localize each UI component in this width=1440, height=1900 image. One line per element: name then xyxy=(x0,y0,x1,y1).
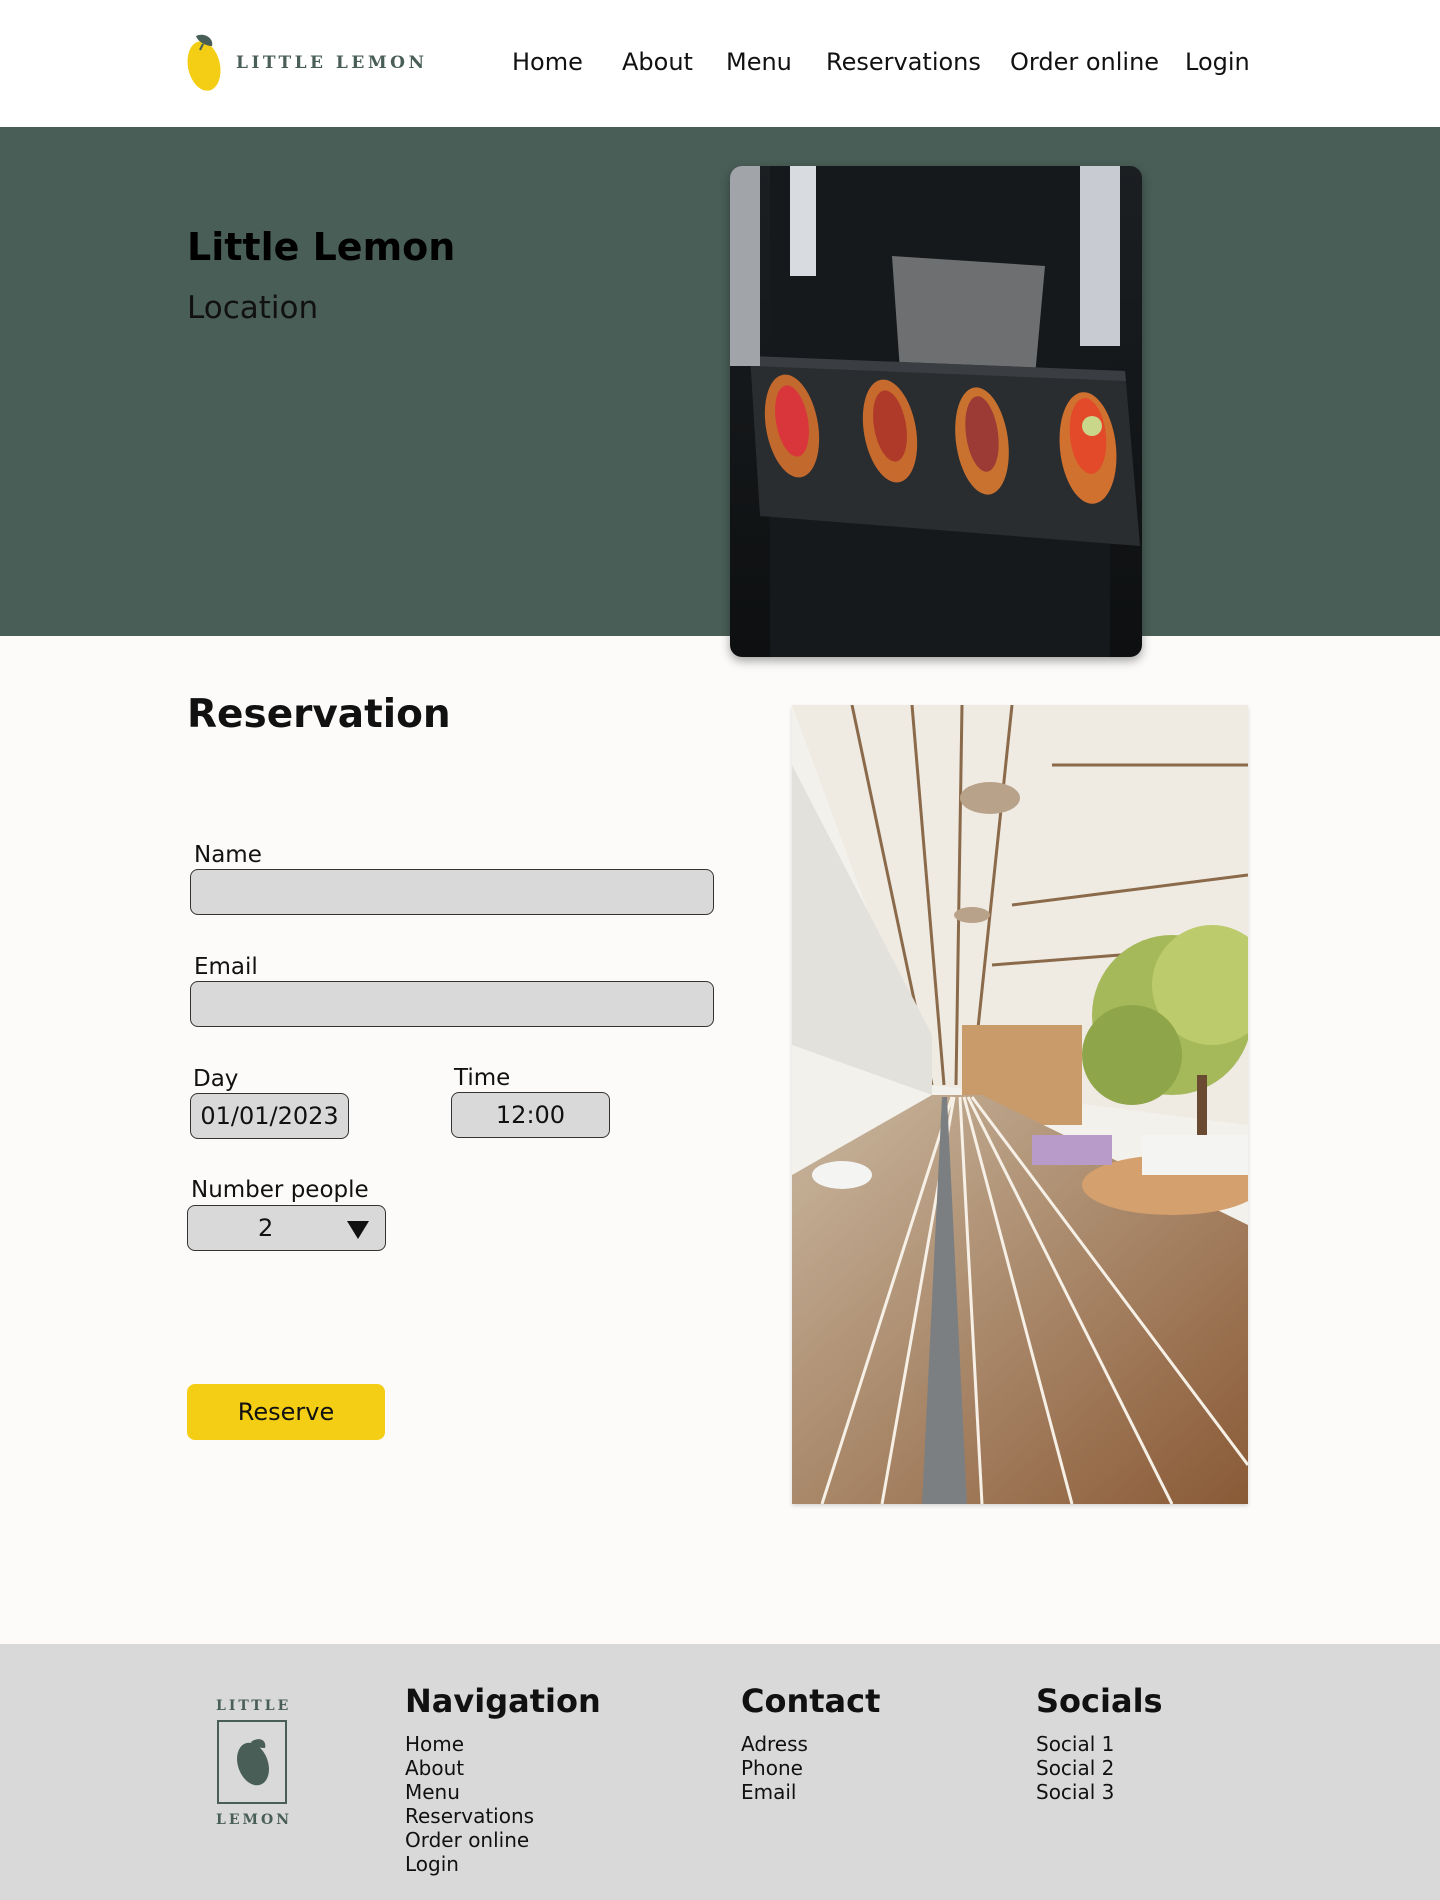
email-input[interactable] xyxy=(190,981,714,1027)
time-label: Time xyxy=(454,1065,511,1091)
nav-menu[interactable]: Menu xyxy=(726,48,792,76)
footer-socials: Socials Social 1 Social 2 Social 3 xyxy=(1036,1682,1163,1804)
hero-food-image xyxy=(730,166,1142,657)
name-label: Name xyxy=(194,842,262,868)
footer-contact-address[interactable]: Adress xyxy=(741,1732,880,1756)
nav-reservations[interactable]: Reservations xyxy=(826,48,981,76)
footer-link-order-online[interactable]: Order online xyxy=(405,1828,601,1852)
footer-link-reservations[interactable]: Reservations xyxy=(405,1804,601,1828)
lemon-icon xyxy=(217,1720,287,1804)
chevron-down-icon[interactable] xyxy=(347,1221,369,1239)
name-input[interactable] xyxy=(190,869,714,915)
site-header: LITTLE LEMON Home About Menu Reservation… xyxy=(0,0,1440,127)
nav-login[interactable]: Login xyxy=(1185,48,1250,76)
footer-link-menu[interactable]: Menu xyxy=(405,1780,601,1804)
footer-link-login[interactable]: Login xyxy=(405,1852,601,1876)
site-footer: LITTLE LEMON Navigation Home About Menu … xyxy=(0,1644,1440,1900)
footer-navigation-heading: Navigation xyxy=(405,1682,601,1720)
reserve-button[interactable]: Reserve xyxy=(187,1384,385,1440)
footer-contact: Contact Adress Phone Email xyxy=(741,1682,880,1804)
people-select-value: 2 xyxy=(258,1214,274,1242)
nav-home[interactable]: Home xyxy=(512,48,583,76)
footer-link-about[interactable]: About xyxy=(405,1756,601,1780)
main-nav: Home About Menu Reservations Order onlin… xyxy=(0,48,1440,80)
hero-subtitle: Location xyxy=(187,290,319,326)
footer-navigation: Navigation Home About Menu Reservations … xyxy=(405,1682,601,1876)
day-input[interactable]: 01/01/2023 xyxy=(190,1093,349,1139)
email-label: Email xyxy=(194,954,258,980)
nav-order-online[interactable]: Order online xyxy=(1010,48,1159,76)
footer-social-1[interactable]: Social 1 xyxy=(1036,1732,1163,1756)
footer-social-2[interactable]: Social 2 xyxy=(1036,1756,1163,1780)
footer-contact-email[interactable]: Email xyxy=(741,1780,880,1804)
hero-title: Little Lemon xyxy=(187,225,456,269)
footer-contact-phone[interactable]: Phone xyxy=(741,1756,880,1780)
hero-section: Little Lemon Location xyxy=(0,127,1440,636)
footer-link-home[interactable]: Home xyxy=(405,1732,601,1756)
footer-logo[interactable]: LITTLE LEMON xyxy=(216,1698,290,1828)
footer-social-3[interactable]: Social 3 xyxy=(1036,1780,1163,1804)
people-select[interactable]: 2 xyxy=(187,1205,386,1251)
day-label: Day xyxy=(193,1066,239,1092)
footer-socials-heading: Socials xyxy=(1036,1682,1163,1720)
footer-logo-bottom-text: LEMON xyxy=(216,1812,293,1828)
reservation-title: Reservation xyxy=(187,692,451,737)
footer-contact-heading: Contact xyxy=(741,1682,881,1720)
time-input[interactable]: 12:00 xyxy=(451,1092,610,1138)
restaurant-image xyxy=(792,705,1248,1504)
nav-about[interactable]: About xyxy=(622,48,693,76)
footer-logo-top-text: LITTLE xyxy=(216,1698,292,1714)
people-label: Number people xyxy=(191,1177,369,1203)
